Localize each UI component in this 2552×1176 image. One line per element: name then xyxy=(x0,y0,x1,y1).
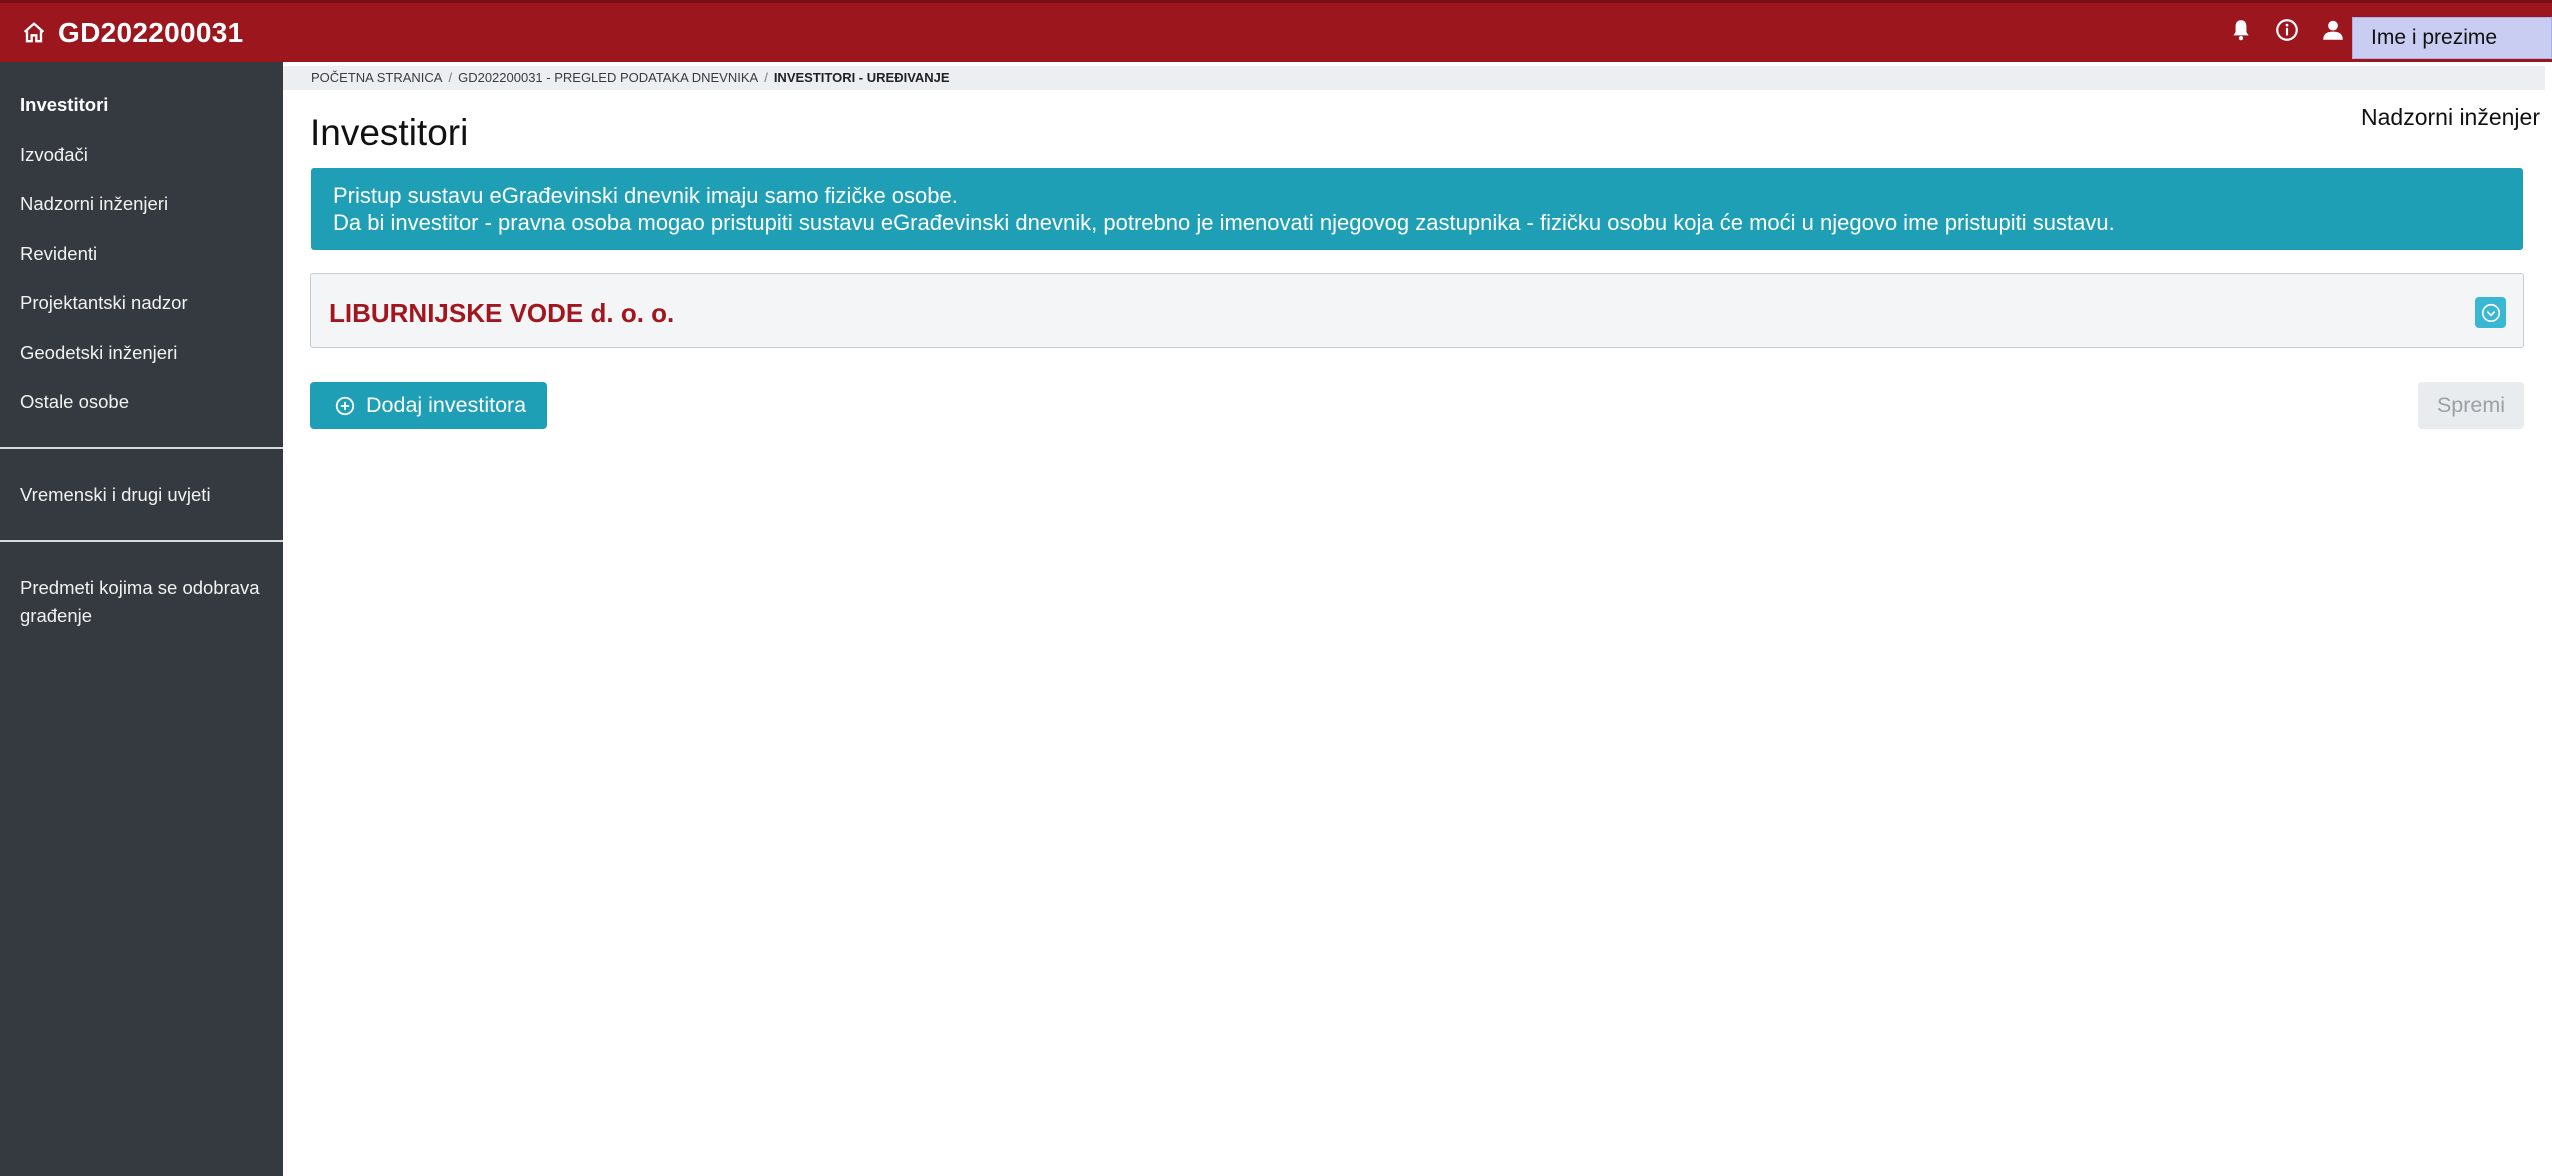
sidebar: Investitori Izvođači Nadzorni inženjeri … xyxy=(0,62,283,1176)
breadcrumb-diary[interactable]: GD202200031 - PREGLED PODATAKA DNEVNIKA xyxy=(458,70,758,85)
add-investor-button[interactable]: Dodaj investitora xyxy=(310,382,547,429)
plus-circle-icon xyxy=(335,396,355,415)
sidebar-item-revidenti[interactable]: Revidenti xyxy=(20,243,97,265)
expand-toggle-button[interactable] xyxy=(2475,297,2506,328)
investor-card[interactable]: LIBURNIJSKE VODE d. o. o. xyxy=(310,273,2524,348)
sidebar-item-vremenski-uvjeti[interactable]: Vremenski i drugi uvjeti xyxy=(20,484,211,506)
info-line-2: Da bi investitor - pravna osoba mogao pr… xyxy=(333,210,2115,235)
user-role: Nadzorni inženjer xyxy=(2361,104,2540,130)
page-title: Investitori xyxy=(310,112,469,153)
bell-icon[interactable] xyxy=(2228,17,2254,43)
user-name[interactable]: Ime i prezime xyxy=(2352,17,2552,59)
sidebar-item-predmeti[interactable]: Predmeti kojima se odobrava građenje xyxy=(20,574,270,630)
save-button[interactable]: Spremi xyxy=(2418,382,2524,429)
sidebar-item-projektantski-nadzor[interactable]: Projektantski nadzor xyxy=(20,292,188,314)
breadcrumb-home[interactable]: POČETNA STRANICA xyxy=(311,70,442,85)
sidebar-divider xyxy=(0,540,283,542)
home-icon[interactable] xyxy=(20,19,48,47)
info-alert: Pristup sustavu eGrađevinski dnevnik ima… xyxy=(311,168,2523,250)
breadcrumb-current: INVESTITORI - UREĐIVANJE xyxy=(773,70,950,85)
sidebar-divider xyxy=(0,447,283,449)
sidebar-item-investitori[interactable]: Investitori xyxy=(20,94,108,116)
sidebar-item-nadzorni-inzenjeri[interactable]: Nadzorni inženjeri xyxy=(20,193,168,215)
user-icon[interactable] xyxy=(2320,17,2346,43)
add-investor-label: Dodaj investitora xyxy=(366,393,527,417)
chevron-down-icon xyxy=(2481,303,2500,322)
diary-title: GD202200031 xyxy=(58,17,244,48)
info-line-1: Pristup sustavu eGrađevinski dnevnik ima… xyxy=(333,183,958,208)
investor-name: LIBURNIJSKE VODE d. o. o. xyxy=(329,298,675,328)
sidebar-item-izvodaci[interactable]: Izvođači xyxy=(20,144,88,166)
info-icon[interactable] xyxy=(2274,17,2300,43)
top-bar: GD202200031 Ime i prezime xyxy=(0,0,2552,62)
sidebar-item-geodetski-inzenjeri[interactable]: Geodetski inženjeri xyxy=(20,342,177,364)
sidebar-item-ostale-osobe[interactable]: Ostale osobe xyxy=(20,391,129,413)
brand[interactable]: GD202200031 xyxy=(20,13,243,53)
breadcrumb: POČETNA STRANICA / GD202200031 - PREGLED P… xyxy=(283,66,2545,90)
